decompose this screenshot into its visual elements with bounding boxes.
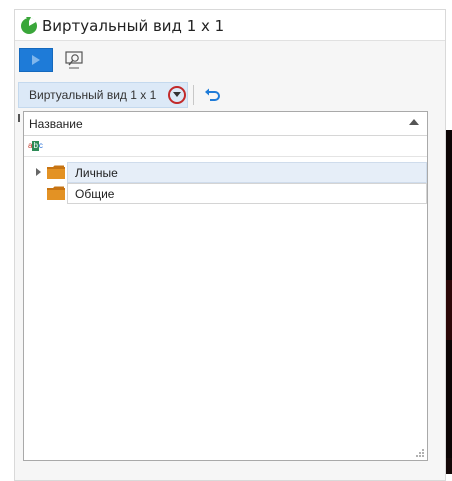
tree-item-label: Общие [75, 187, 115, 201]
folder-icon [47, 165, 65, 179]
chevron-down-icon [173, 92, 181, 97]
abc-filter-icon[interactable]: abc [28, 141, 43, 151]
tree-item-obshchie[interactable]: Общие [24, 183, 427, 204]
resize-grip-icon[interactable] [415, 448, 425, 458]
tree-item-cell[interactable]: Личные [67, 162, 427, 183]
view-toolbar: Виртуальный вид 1 х 1 [15, 82, 445, 108]
panel-edge-marker [18, 114, 20, 122]
play-icon [32, 55, 40, 65]
tree-item-label: Личные [75, 166, 118, 180]
tree-dropdown-panel: Название abc Личные Общие [23, 111, 428, 461]
column-header[interactable]: Название [24, 112, 427, 136]
app-logo-icon [21, 17, 37, 34]
sort-ascending-icon[interactable] [409, 119, 419, 125]
expand-arrow-icon[interactable] [36, 168, 41, 176]
dropdown-toggle[interactable] [168, 86, 186, 104]
undo-button[interactable] [201, 84, 223, 106]
folder-icon [47, 186, 65, 200]
title-bar: Виртуальный вид 1 х 1 [15, 10, 445, 41]
search-window-button[interactable] [63, 49, 85, 71]
undo-icon [205, 88, 220, 101]
view-selector-dropdown[interactable]: Виртуальный вид 1 х 1 [18, 82, 188, 108]
column-header-label: Название [29, 117, 83, 131]
window-title: Виртуальный вид 1 х 1 [42, 17, 225, 35]
search-window-icon [65, 51, 83, 69]
filter-row[interactable]: abc [24, 136, 427, 157]
view-selector-label: Виртуальный вид 1 х 1 [29, 88, 157, 102]
play-button[interactable] [19, 48, 53, 72]
tree-item-cell[interactable]: Общие [67, 183, 427, 204]
toolbar-separator [193, 85, 194, 105]
main-toolbar [15, 48, 445, 72]
tree-item-lichnye[interactable]: Личные [24, 162, 427, 183]
